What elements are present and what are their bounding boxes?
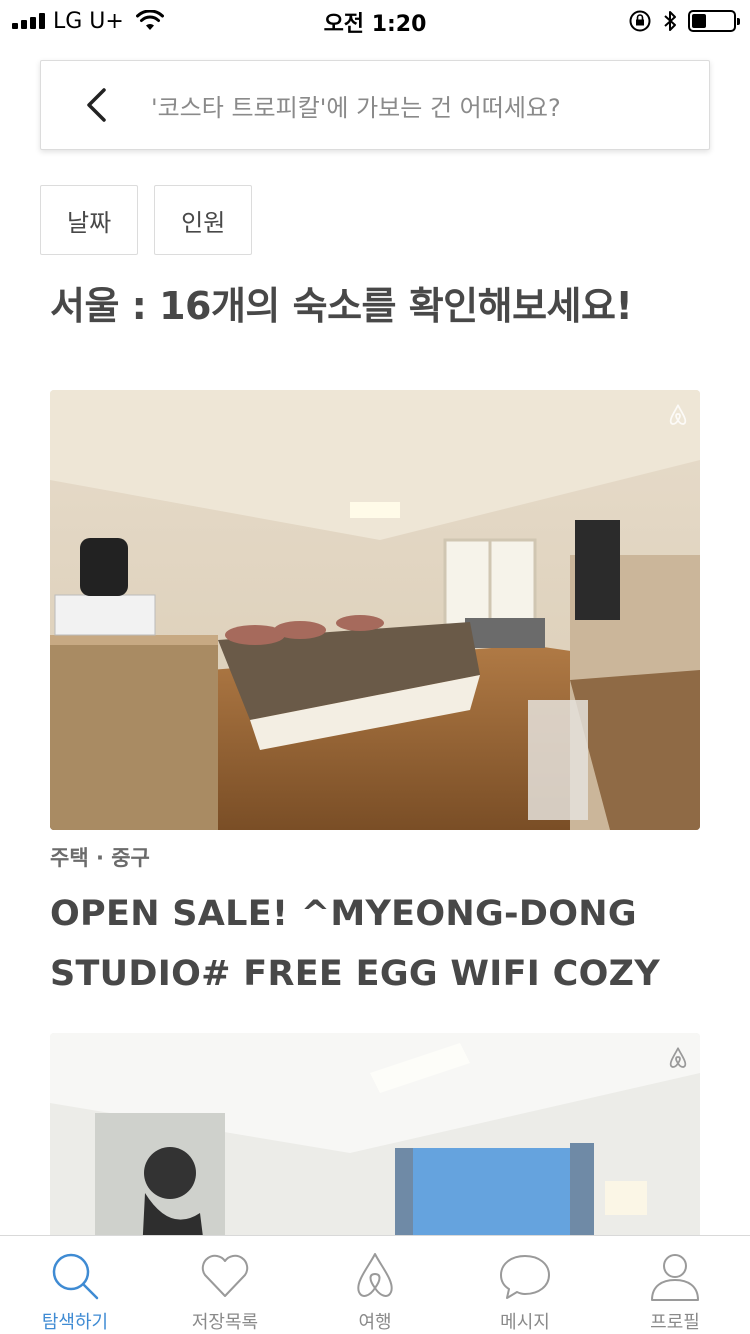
tab-messages[interactable]: 메시지 [450,1236,600,1334]
guests-filter-button[interactable]: 인원 [154,185,253,255]
tab-profile[interactable]: 프로필 [600,1236,750,1334]
rotation-lock-icon [629,10,651,32]
battery-icon [688,10,740,32]
airbnb-logo-icon [357,1253,393,1297]
back-button[interactable] [41,60,151,150]
tab-saved[interactable]: 저장목록 [150,1236,300,1334]
search-icon [52,1253,99,1300]
search-input[interactable]: '코스타 트로피칼'에 가보는 건 어떠세요? [151,88,561,123]
airbnb-logo-icon [669,404,687,425]
listing-card[interactable]: 주택 · 중구 OPEN SALE! ^MYEONG-DONG STUDIO# … [50,390,700,1004]
listing-title-line: STUDIO# FREE EGG WIFI COZY [50,954,660,994]
filter-bar: 날짜 인원 [40,185,253,255]
bluetooth-icon [664,11,676,31]
heart-icon [201,1254,249,1297]
tab-label: 프로필 [650,1312,700,1333]
chat-bubble-icon [500,1255,550,1299]
listing-photo[interactable] [50,390,700,830]
chevron-left-icon [87,88,106,122]
listing-title[interactable]: OPEN SALE! ^MYEONG-DONG STUDIO# FREE EGG… [50,884,700,1004]
tab-label: 탐색하기 [41,1312,109,1333]
search-bar[interactable]: '코스타 트로피칼'에 가보는 건 어떠세요? [40,60,710,150]
tab-trips[interactable]: 여행 [300,1236,450,1334]
date-filter-button[interactable]: 날짜 [40,185,139,255]
tab-label: 여행 [358,1312,392,1333]
page-title: 서울 : 16개의 숙소를 확인해보세요! [50,284,633,328]
tab-label: 메시지 [500,1312,550,1333]
airbnb-logo-icon [669,1047,687,1068]
tab-bar: 탐색하기 저장목록 여행 메시지 프로필 [0,1235,750,1334]
listing-meta: 주택 · 중구 [50,846,150,870]
tab-label: 저장목록 [191,1312,259,1333]
profile-icon [651,1254,699,1301]
status-bar: LG U+ 오전 1:20 [0,0,750,40]
tab-explore[interactable]: 탐색하기 [0,1236,150,1334]
listing-title-line: OPEN SALE! ^MYEONG-DONG [50,894,637,934]
